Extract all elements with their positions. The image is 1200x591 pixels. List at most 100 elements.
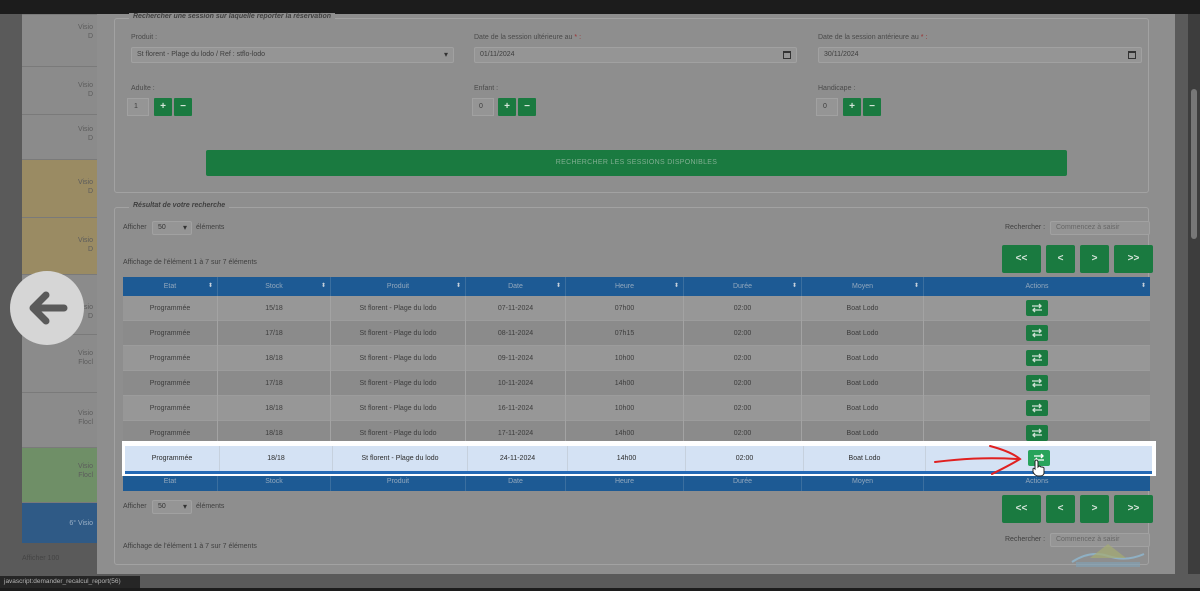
column-header-heure[interactable]: Heure ⬍ xyxy=(566,277,684,296)
column-header-actions[interactable]: Actions ⬍ xyxy=(924,277,1150,296)
cell-produit: St florent - Plage du lodo xyxy=(331,296,466,321)
cell-etat: Programmée xyxy=(123,321,218,346)
report-session-button[interactable] xyxy=(1026,300,1048,316)
results-section-legend: Résultat de votre recherche xyxy=(129,202,230,209)
cell-produit: St florent - Plage du lodo xyxy=(331,321,466,346)
table-row[interactable]: Programmée 15/18 St florent - Plage du l… xyxy=(123,296,1150,321)
adulte-quantity[interactable]: 1 xyxy=(127,98,149,116)
date-before-input[interactable]: 30/11/2024 xyxy=(818,47,1142,63)
column-header-label: Heure xyxy=(614,283,635,290)
pagination-bottom: << < > >> xyxy=(1002,495,1153,523)
table-info: Affichage de l'élément 1 à 7 sur 7 éléme… xyxy=(123,259,257,266)
cell-moyen: Boat Lodo xyxy=(802,321,924,346)
cell-moyen: Boat Lodo xyxy=(802,396,924,421)
search-label: Rechercher : xyxy=(1005,224,1046,231)
first-page-button[interactable]: << xyxy=(1002,245,1041,273)
enfant-minus-button[interactable]: − xyxy=(518,98,536,116)
column-header-moyen[interactable]: Moyen ⬍ xyxy=(802,277,924,296)
search-label-bottom: Rechercher : xyxy=(1005,536,1046,543)
cell-etat: Programmée xyxy=(123,371,218,396)
produit-select[interactable]: St florent - Plage du lodo / Ref : stflo… xyxy=(131,47,454,63)
sort-icon: ⬍ xyxy=(555,283,561,289)
prev-page-button[interactable]: < xyxy=(1046,495,1075,523)
enfant-plus-button[interactable]: + xyxy=(498,98,516,116)
table-row[interactable]: Programmée 17/18 St florent - Plage du l… xyxy=(123,371,1150,396)
cell-etat: Programmée xyxy=(123,346,218,371)
column-header-duree[interactable]: Durée ⬍ xyxy=(684,277,802,296)
brand-logo xyxy=(1071,544,1145,567)
table-row[interactable]: Programmée 18/18 St florent - Plage du l… xyxy=(123,396,1150,421)
search-sessions-button[interactable]: RECHERCHER LES SESSIONS DISPONIBLES xyxy=(206,150,1067,176)
calendar-icon[interactable] xyxy=(783,51,791,59)
cell-moyen: Boat Lodo xyxy=(802,346,924,371)
cursor-hand-icon xyxy=(1032,459,1045,477)
calendar-icon[interactable] xyxy=(1128,51,1136,59)
cell-heure: 10h00 xyxy=(566,346,684,371)
scrollbar-thumb[interactable] xyxy=(1191,89,1197,239)
cell-produit: St florent - Plage du lodo xyxy=(331,396,466,421)
table-search-input[interactable]: Commencez à saisir xyxy=(1050,221,1150,235)
column-header-etat[interactable]: Etat ⬍ xyxy=(123,277,218,296)
page-scrollbar[interactable] xyxy=(1188,14,1200,574)
column-header-date[interactable]: Date ⬍ xyxy=(466,277,566,296)
swap-arrows-icon xyxy=(1032,353,1042,363)
last-page-button[interactable]: >> xyxy=(1114,495,1153,523)
prev-page-button[interactable]: < xyxy=(1046,245,1075,273)
column-header-label: Etat xyxy=(163,283,177,290)
calendar-cell: Visio D xyxy=(22,66,97,114)
cell-moyen: Boat Lodo xyxy=(802,296,924,321)
column-header-label: Durée xyxy=(732,283,753,290)
cell-stock: 18/18 xyxy=(220,446,333,471)
date-before-label-text: Date de la session antérieure au xyxy=(818,34,919,41)
adulte-label: Adulte : xyxy=(131,85,155,92)
back-button[interactable] xyxy=(10,271,84,345)
cell-actions xyxy=(924,396,1150,421)
table-row[interactable]: Programmée 17/18 St florent - Plage du l… xyxy=(123,321,1150,346)
date-after-input[interactable]: 01/11/2024 xyxy=(474,47,797,63)
cell-etat: Programmée xyxy=(123,396,218,421)
cell-etat: Programmée xyxy=(125,446,220,471)
column-header-produit[interactable]: Produit ⬍ xyxy=(331,277,466,296)
cell-duree: 02:00 xyxy=(684,296,802,321)
date-before-value: 30/11/2024 xyxy=(824,51,859,58)
table-info-bottom: Affichage de l'élément 1 à 7 sur 7 éléme… xyxy=(123,543,257,550)
page-size-select[interactable]: 50 ▾ xyxy=(152,221,192,235)
swap-arrows-icon xyxy=(1032,328,1042,338)
calendar-cell: Visio D xyxy=(22,217,97,274)
handicape-minus-button[interactable]: − xyxy=(863,98,881,116)
page-size-select-bottom[interactable]: 50 ▾ xyxy=(152,500,192,514)
adulte-plus-button[interactable]: + xyxy=(154,98,172,116)
report-session-button[interactable] xyxy=(1026,325,1048,341)
column-header-label: Date xyxy=(508,283,523,290)
report-session-button[interactable] xyxy=(1026,375,1048,391)
table-row[interactable]: Programmée 18/18 St florent - Plage du l… xyxy=(123,346,1150,371)
handicape-quantity[interactable]: 0 xyxy=(816,98,838,116)
enfant-quantity[interactable]: 0 xyxy=(472,98,494,116)
report-session-button[interactable] xyxy=(1026,425,1048,441)
cell-date: 10-11-2024 xyxy=(466,371,566,396)
cell-date: 08-11-2024 xyxy=(466,321,566,346)
elements-label-bottom: éléments xyxy=(196,503,225,510)
report-session-button[interactable] xyxy=(1026,350,1048,366)
cell-produit: St florent - Plage du lodo xyxy=(333,446,468,471)
report-session-button[interactable] xyxy=(1026,400,1048,416)
annotation-arrow-icon xyxy=(934,445,1022,475)
last-page-button[interactable]: >> xyxy=(1114,245,1153,273)
cell-duree: 02:00 xyxy=(684,346,802,371)
next-page-button[interactable]: > xyxy=(1080,245,1109,273)
date-after-value: 01/11/2024 xyxy=(480,51,515,58)
page-size-value: 50 xyxy=(158,224,166,231)
column-header-stock[interactable]: Stock ⬍ xyxy=(218,277,331,296)
cell-heure: 07h15 xyxy=(566,321,684,346)
adulte-minus-button[interactable]: − xyxy=(174,98,192,116)
next-page-button[interactable]: > xyxy=(1080,495,1109,523)
sort-icon: ⬍ xyxy=(913,283,919,289)
chevron-down-icon: ▾ xyxy=(443,50,448,59)
cell-date: 16-11-2024 xyxy=(466,396,566,421)
first-page-button[interactable]: << xyxy=(1002,495,1041,523)
cell-actions xyxy=(924,346,1150,371)
sort-icon: ⬍ xyxy=(455,283,461,289)
handicape-plus-button[interactable]: + xyxy=(843,98,861,116)
cell-actions xyxy=(924,371,1150,396)
date-before-label: Date de la session antérieure au * : xyxy=(818,34,927,41)
